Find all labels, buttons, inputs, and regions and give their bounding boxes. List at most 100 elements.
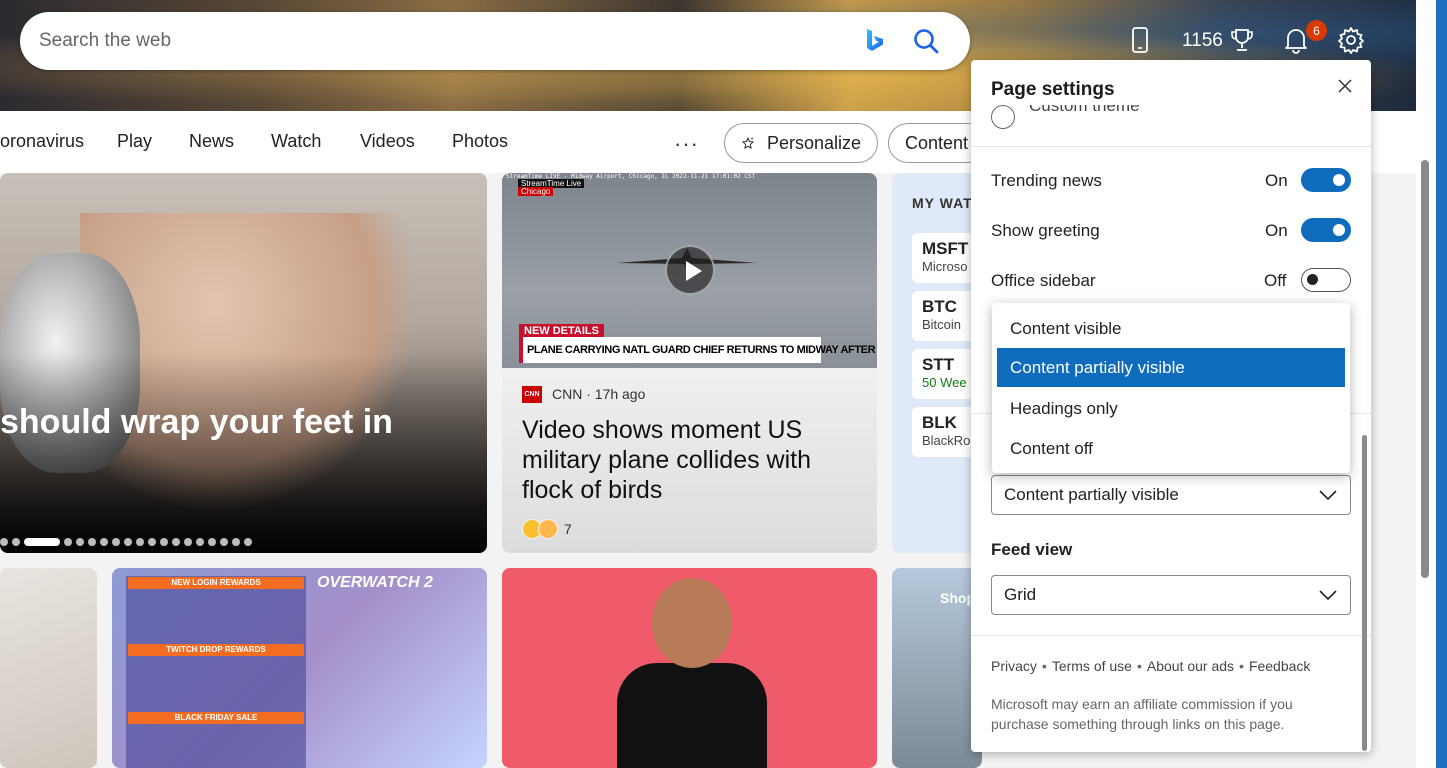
gear-icon[interactable] <box>1336 25 1366 55</box>
carousel-dot[interactable] <box>196 538 204 546</box>
privacy-link[interactable]: Privacy <box>991 658 1037 674</box>
carousel-dot[interactable] <box>64 538 72 546</box>
carousel-dot[interactable] <box>136 538 144 546</box>
dot-separator: • <box>1136 658 1142 674</box>
phone-icon[interactable] <box>1130 26 1150 54</box>
trophy-icon[interactable] <box>1229 27 1255 53</box>
tile-image-head <box>652 578 732 668</box>
nav-item-watch[interactable]: Watch <box>271 131 321 152</box>
news-card[interactable]: StreamTime LIVE - Midway Airport, Chicag… <box>502 173 877 553</box>
notification-badge: 6 <box>1306 20 1327 41</box>
carousel-dot[interactable] <box>148 538 156 546</box>
footer-links: Privacy • Terms of use • About our ads • Feedb… <box>991 658 1310 674</box>
video-thumbnail[interactable]: StreamTime LIVE - Midway Airport, Chicag… <box>502 173 877 368</box>
carousel-dot-active[interactable] <box>24 538 60 546</box>
nav-item-photos[interactable]: Photos <box>452 131 508 152</box>
content-visibility-select[interactable]: Content partially visible <box>991 475 1351 515</box>
carousel-dot[interactable] <box>160 538 168 546</box>
more-icon[interactable]: ··· <box>674 131 699 157</box>
carousel-dot[interactable] <box>12 538 20 546</box>
office-sidebar-label: Office sidebar <box>991 271 1096 290</box>
carousel-dot[interactable] <box>208 538 216 546</box>
carousel-dot[interactable] <box>232 538 240 546</box>
stock-symbol: BLK <box>922 413 957 432</box>
hero-card[interactable]: should wrap your feet in <box>0 173 487 553</box>
option-headings-only[interactable]: Headings only <box>997 389 1345 428</box>
nav-item-coronavirus[interactable]: oronavirus <box>0 131 84 152</box>
terms-link[interactable]: Terms of use <box>1052 658 1132 674</box>
personalize-button[interactable]: Personalize <box>724 123 878 163</box>
stream-location: Chicago <box>518 187 554 196</box>
carousel-dot[interactable] <box>100 538 108 546</box>
feed-view-label: Feed view <box>991 540 1073 559</box>
article-tile-hands[interactable] <box>0 568 97 768</box>
shop-label: Shop <box>940 590 975 606</box>
watchlist-title: MY WAT <box>912 195 973 211</box>
option-content-off[interactable]: Content off <box>997 429 1345 468</box>
content-visibility-dropdown: Content visible Content partially visibl… <box>992 303 1350 473</box>
carousel-dot[interactable] <box>244 538 252 546</box>
panel-scrollbar[interactable] <box>1362 435 1367 751</box>
rewards-points[interactable]: 1156 <box>1182 30 1223 52</box>
close-icon[interactable] <box>1335 76 1355 96</box>
reactions[interactable]: 7 <box>522 519 572 539</box>
search-icon[interactable] <box>912 27 940 55</box>
hero-fade <box>0 353 487 553</box>
play-icon[interactable] <box>665 245 715 295</box>
news-card-body: CNN CNN · 17h ago Video shows moment US … <box>502 368 877 553</box>
news-title[interactable]: Video shows moment US military plane col… <box>522 415 852 505</box>
office-sidebar-toggle[interactable] <box>1301 268 1351 292</box>
carousel-dot[interactable] <box>0 538 8 546</box>
article-tile-kid[interactable] <box>502 568 877 768</box>
watchlist-card[interactable]: MY WAT MSFT Microso BTC Bitcoin STT 50 W… <box>892 173 982 553</box>
rewards-panel <box>126 576 306 768</box>
carousel-dot[interactable] <box>184 538 192 546</box>
feedback-link[interactable]: Feedback <box>1249 658 1310 674</box>
new-details-tag: NEW DETAILS <box>519 324 604 338</box>
rewards-heading: TWITCH DROP REWARDS <box>128 644 304 656</box>
office-sidebar-state: Off <box>1264 271 1287 290</box>
carousel-dot[interactable] <box>220 538 228 546</box>
panel-title: Page settings <box>991 79 1115 100</box>
stock-symbol: STT <box>922 355 955 374</box>
affiliate-disclaimer: Microsoft may earn an affiliate commissi… <box>991 696 1293 732</box>
carousel-dots[interactable] <box>0 538 252 546</box>
carousel-dot[interactable] <box>124 538 132 546</box>
rewards-heading: BLACK FRIDAY SALE <box>128 712 304 724</box>
option-content-visible[interactable]: Content visible <box>997 309 1345 348</box>
bing-logo-icon[interactable] <box>860 26 890 56</box>
carousel-dot[interactable] <box>88 538 96 546</box>
show-greeting-state: On <box>1265 221 1288 240</box>
stock-symbol: MSFT <box>922 239 969 258</box>
carousel-dot[interactable] <box>76 538 84 546</box>
page-scrollbar[interactable] <box>1421 160 1429 578</box>
trending-news-toggle[interactable] <box>1301 168 1351 192</box>
feed-view-select[interactable]: Grid <box>991 575 1351 615</box>
search-bar[interactable] <box>20 12 970 70</box>
thumbs-up-emoji-icon <box>538 519 558 539</box>
carousel-dot[interactable] <box>172 538 180 546</box>
browser-sidebar-strip <box>1436 0 1447 768</box>
custom-theme-radio[interactable] <box>991 105 1015 129</box>
option-content-partially-visible[interactable]: Content partially visible <box>997 348 1345 387</box>
nav-item-news[interactable]: News <box>189 131 234 152</box>
chevron-down-icon <box>1319 590 1337 601</box>
article-tile-shop[interactable]: Shop <box>892 568 982 768</box>
cnn-logo-icon: CNN <box>522 386 542 403</box>
hero-headline[interactable]: should wrap your feet in <box>0 403 393 442</box>
show-greeting-toggle[interactable] <box>1301 218 1351 242</box>
stock-name: Microso <box>922 259 968 274</box>
tile-image-shirt <box>617 663 767 768</box>
carousel-dot[interactable] <box>112 538 120 546</box>
news-source[interactable]: CNN · 17h ago <box>552 386 645 402</box>
stock-name: Bitcoin <box>922 317 962 332</box>
content-visibility-value: Content partially visible <box>1004 485 1179 504</box>
search-input[interactable] <box>39 30 860 52</box>
feed-view-value: Grid <box>1004 585 1037 604</box>
about-ads-link[interactable]: About our ads <box>1147 658 1234 674</box>
article-tile-overwatch[interactable]: NEW LOGIN REWARDS TWITCH DROP REWARDS BL… <box>112 568 487 768</box>
trending-news-state: On <box>1265 171 1288 190</box>
nav-item-videos[interactable]: Videos <box>360 131 415 152</box>
nav-item-play[interactable]: Play <box>117 131 152 152</box>
stock-name: BlackRo <box>922 433 971 448</box>
